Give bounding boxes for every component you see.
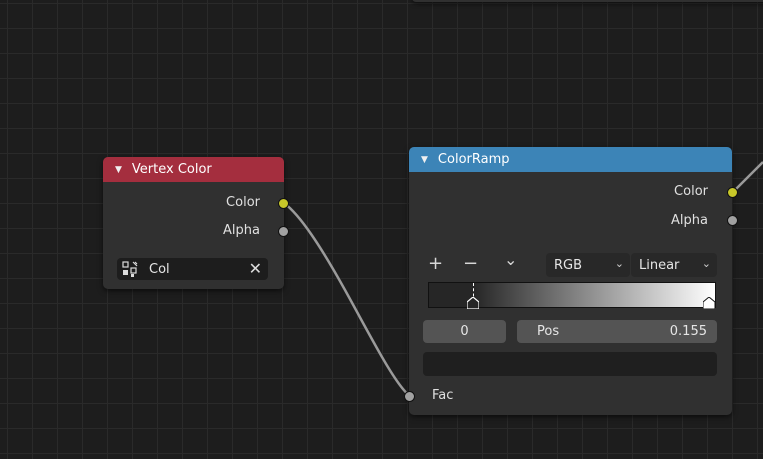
remove-stop-button[interactable]: − [463,253,478,274]
output-color-label: Color [674,184,708,199]
color-stop-handle[interactable] [467,297,479,309]
collapse-arrow-icon[interactable]: ▼ [421,155,428,165]
output-color-socket[interactable] [278,198,289,209]
link-colorramp-out[interactable] [732,161,763,193]
node-title: Vertex Color [131,162,212,177]
link-color-to-fac[interactable] [283,202,411,398]
output-color-socket[interactable] [727,187,738,198]
pos-value: 0.155 [669,324,707,339]
vertex-color-node[interactable]: ▼ Vertex Color Color Alpha Col ✕ [103,157,289,289]
interpolation-value: Linear [639,257,680,273]
input-fac-label: Fac [432,388,454,403]
node-title: ColorRamp [437,152,510,167]
color-mode-value: RGB [554,257,583,273]
close-icon[interactable]: ✕ [249,261,262,277]
color-mode-dropdown[interactable]: RGB ⌄ [546,253,630,277]
interpolation-dropdown[interactable]: Linear ⌄ [631,253,717,277]
stop-position-field[interactable]: Pos 0.155 [517,320,717,343]
attribute-field[interactable]: Col ✕ [117,258,268,280]
output-alpha-socket[interactable] [278,226,289,237]
output-alpha-socket[interactable] [727,215,738,226]
chevron-down-icon[interactable]: ⌄ [504,250,517,269]
chevron-down-icon: ⌄ [701,257,711,270]
output-alpha-label: Alpha [671,213,708,228]
color-stop-handle[interactable] [703,297,715,309]
add-stop-button[interactable]: + [428,253,443,274]
partial-node-top [412,0,763,2]
chevron-down-icon: ⌄ [614,257,624,270]
stop-color-swatch[interactable] [423,352,717,376]
color-ramp-node[interactable]: ▼ ColorRamp Color Alpha + − ⌄ RGB ⌄ Line… [404,147,738,415]
color-ramp-header[interactable]: ▼ ColorRamp [409,147,732,172]
output-color-label: Color [226,195,260,210]
input-fac-socket[interactable] [404,391,415,402]
active-stop-index: 0 [460,324,469,339]
color-ramp-bar[interactable] [428,282,716,309]
output-alpha-label: Alpha [223,223,260,238]
vertex-color-header[interactable]: ▼ Vertex Color [103,157,284,182]
pos-label: Pos [537,324,560,339]
collapse-arrow-icon[interactable]: ▼ [115,165,122,175]
active-stop-index-field[interactable]: 0 [423,320,506,343]
attribute-name: Col [149,261,170,277]
vertex-color-attribute-icon [121,260,143,278]
